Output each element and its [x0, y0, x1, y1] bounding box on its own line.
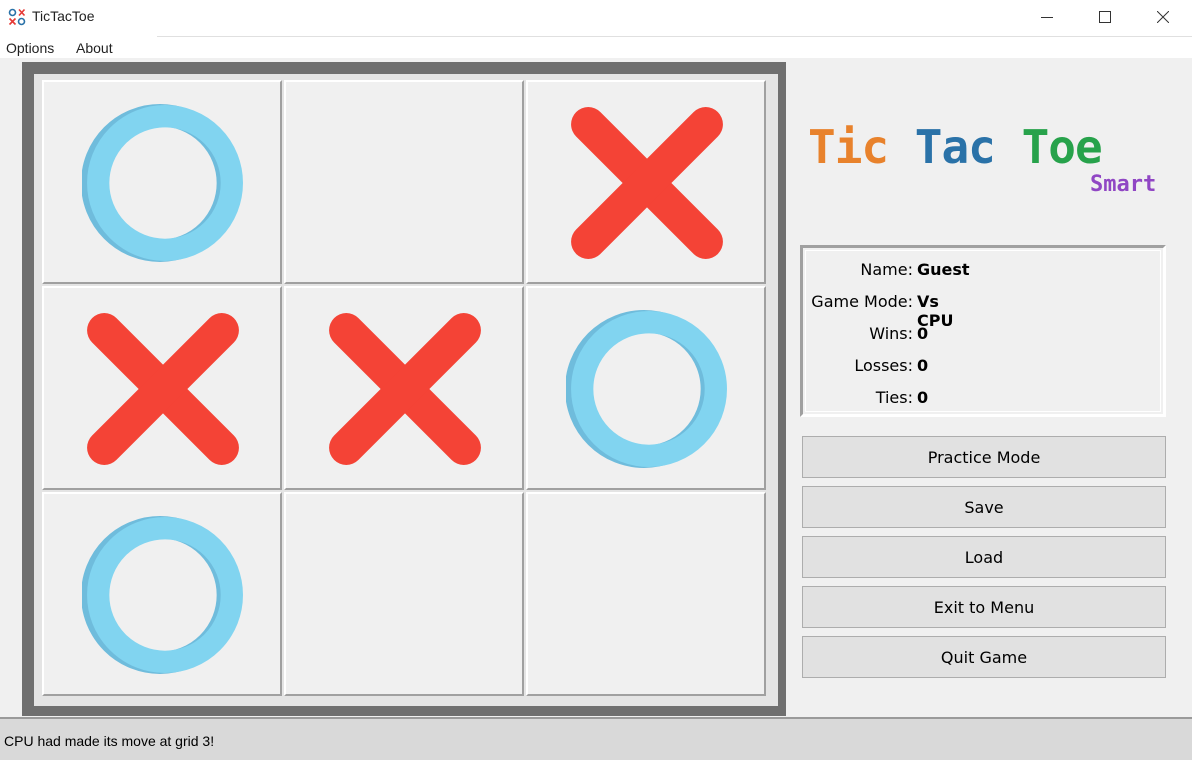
wins-row: Wins: 0	[803, 324, 928, 346]
logo-tic: Tic	[808, 120, 889, 174]
maximize-button[interactable]	[1076, 0, 1134, 34]
title-bar: TicTacToe	[0, 0, 1192, 36]
close-button[interactable]	[1134, 0, 1192, 34]
logo-tac: Tac	[914, 120, 996, 174]
save-button[interactable]: Save	[802, 486, 1166, 528]
x-mark-icon	[329, 313, 481, 465]
grid-cell-9[interactable]	[526, 492, 766, 696]
status-message: CPU had made its move at grid 3!	[4, 733, 215, 749]
grid-cell-4[interactable]	[42, 286, 282, 490]
exit-to-menu-button[interactable]: Exit to Menu	[802, 586, 1166, 628]
menu-about[interactable]: About	[76, 40, 113, 56]
wins-label: Wins:	[869, 324, 913, 343]
x-mark-icon	[571, 107, 723, 259]
logo-title: Tic Tac Toe	[808, 120, 1103, 174]
practice-mode-button[interactable]: Practice Mode	[802, 436, 1166, 478]
ties-label: Ties:	[875, 388, 913, 407]
logo-toe: Toe	[1021, 120, 1103, 174]
grid-cell-1[interactable]	[42, 80, 282, 284]
wins-value: 0	[917, 324, 929, 343]
losses-value: 0	[917, 356, 929, 375]
name-row: Name: Guest	[803, 260, 969, 282]
game-board	[34, 74, 778, 706]
grid-cell-3[interactable]	[526, 80, 766, 284]
close-icon	[1157, 11, 1169, 23]
quit-game-button[interactable]: Quit Game	[802, 636, 1166, 678]
window-title: TicTacToe	[32, 8, 95, 24]
player-info-panel: Name: Guest Game Mode: Vs CPU Wins: 0 Lo…	[800, 245, 1166, 417]
load-button[interactable]: Load	[802, 536, 1166, 578]
app-icon	[8, 8, 26, 26]
losses-row: Losses: 0	[803, 356, 928, 378]
status-bar: CPU had made its move at grid 3!	[0, 717, 1192, 760]
name-value: Guest	[917, 260, 970, 279]
minimize-button[interactable]	[1018, 0, 1076, 34]
game-mode-label: Game Mode:	[811, 292, 913, 311]
x-mark-icon	[87, 313, 239, 465]
menu-divider	[157, 36, 1192, 37]
losses-label: Losses:	[854, 356, 913, 375]
logo-subtitle: Smart	[1090, 172, 1157, 197]
grid-cell-2[interactable]	[284, 80, 524, 284]
menu-bar	[0, 36, 1192, 58]
ties-value: 0	[917, 388, 929, 407]
o-mark-icon	[82, 516, 243, 674]
ties-row: Ties: 0	[803, 388, 928, 410]
grid-cell-7[interactable]	[42, 492, 282, 696]
o-mark-icon	[566, 310, 727, 468]
o-mark-icon	[82, 104, 243, 262]
game-mode-row: Game Mode: Vs CPU	[803, 292, 953, 330]
grid-cell-8[interactable]	[284, 492, 524, 696]
grid-cell-5[interactable]	[284, 286, 524, 490]
minimize-icon	[1041, 17, 1053, 18]
name-label: Name:	[860, 260, 913, 279]
maximize-icon	[1099, 11, 1111, 23]
menu-options[interactable]: Options	[6, 40, 54, 56]
